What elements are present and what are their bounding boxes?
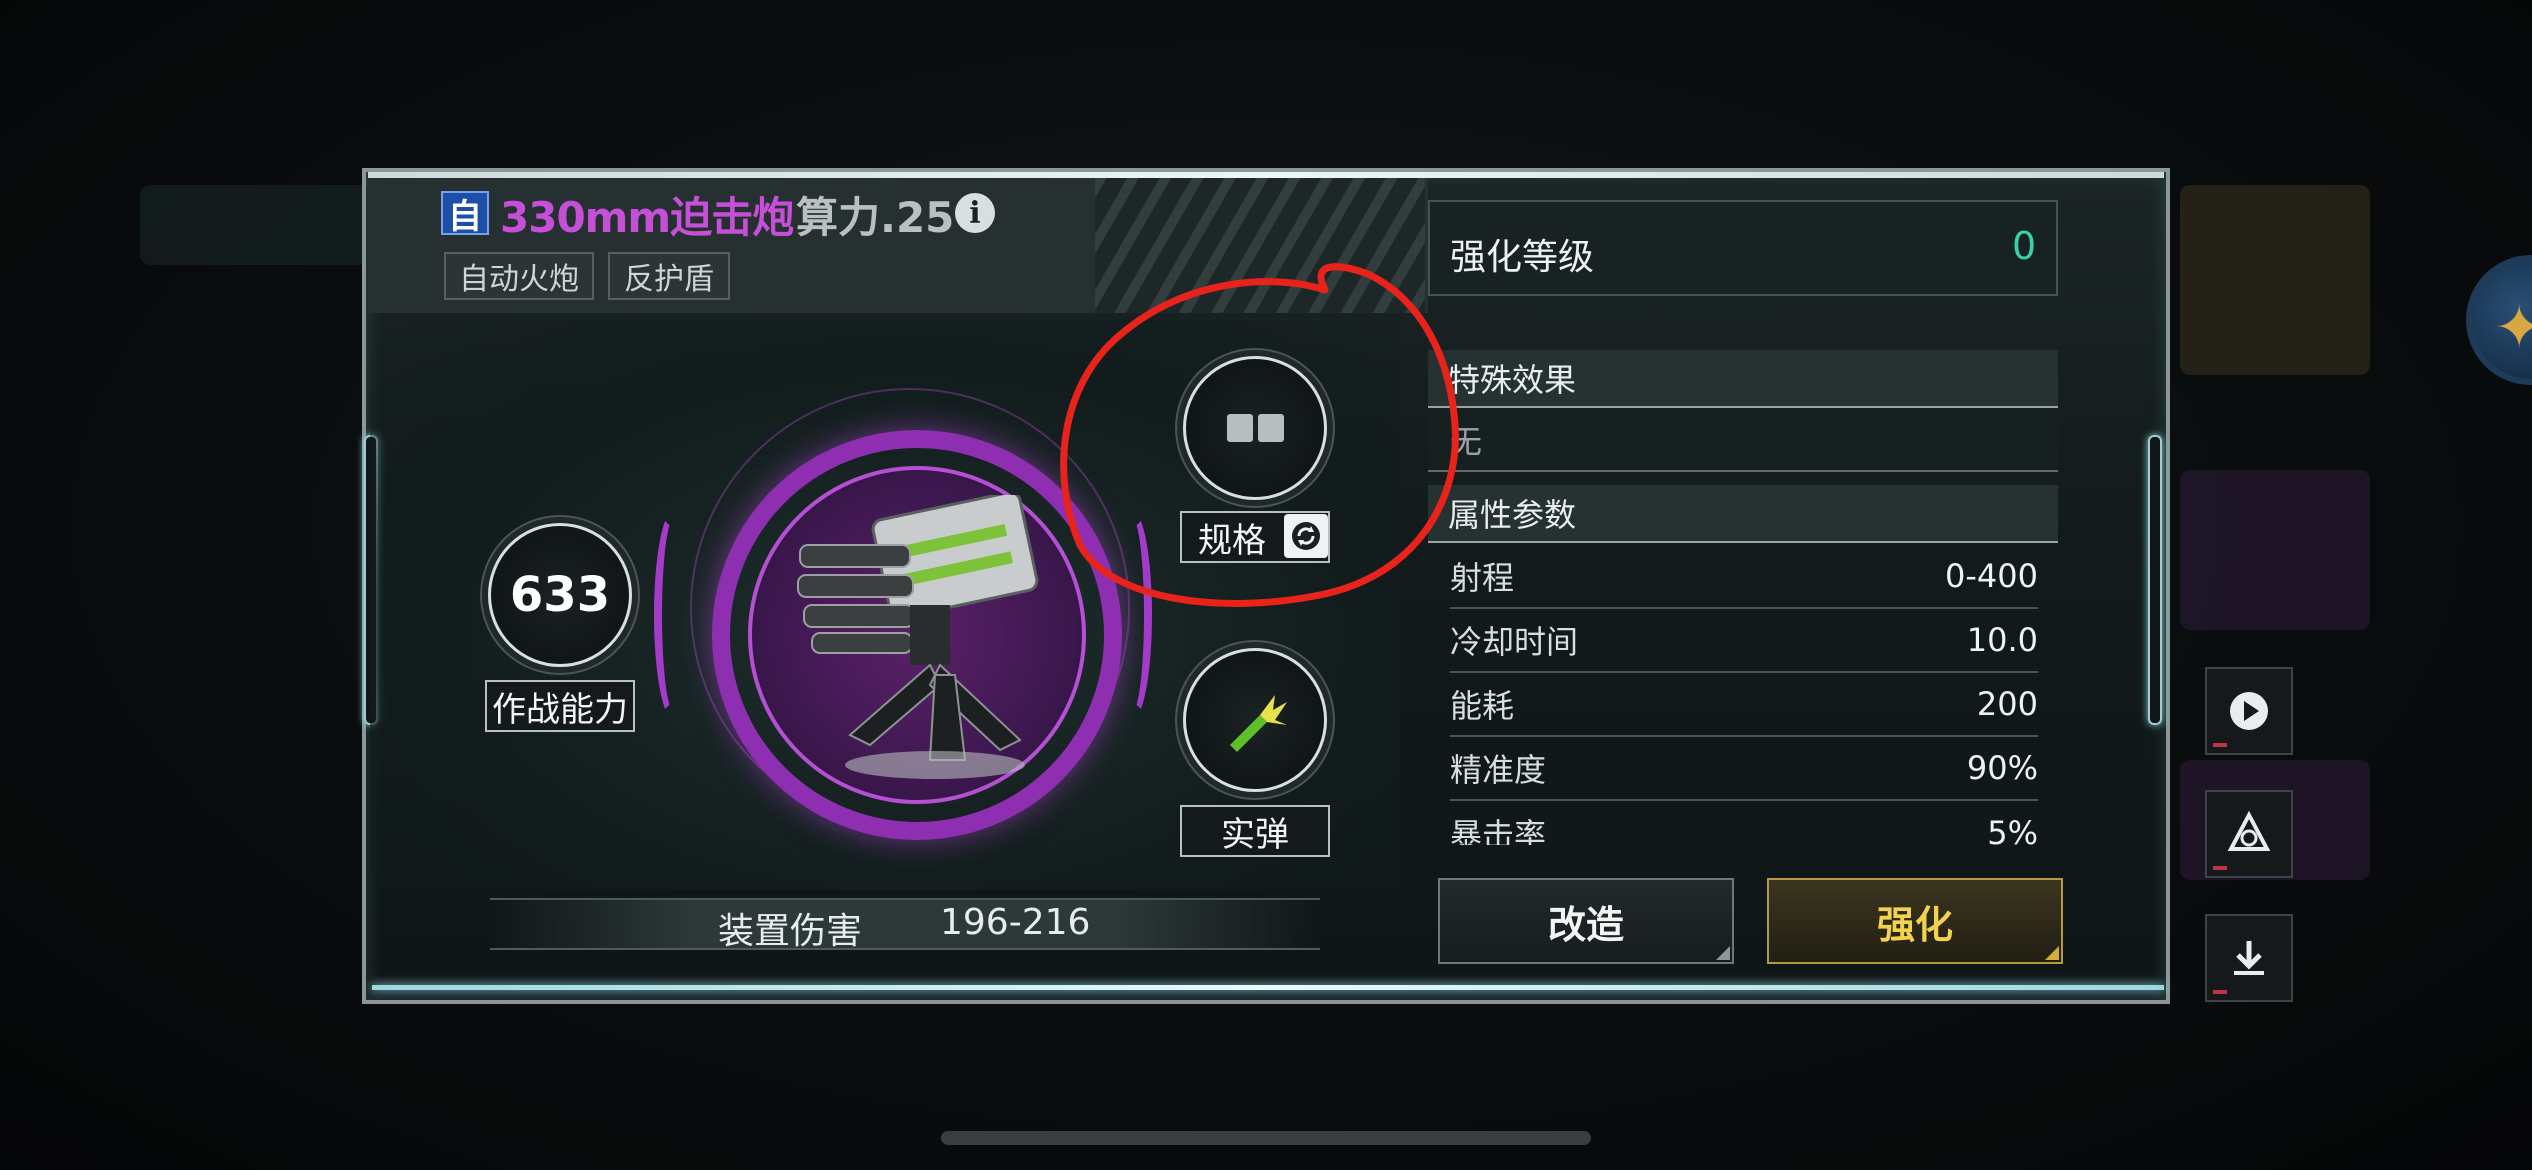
attribute-row-range: 射程 0-400	[1450, 545, 2038, 609]
faction-emblem-icon	[2227, 811, 2271, 851]
attribute-row-crit: 暴击率 5%	[1450, 801, 2038, 845]
damage-label: 装置伤害	[718, 911, 863, 952]
download-button[interactable]	[2205, 914, 2293, 1002]
attributes-header: 属性参数	[1428, 485, 2058, 543]
power-requirement: 算力.25	[796, 193, 955, 242]
faction-button[interactable]	[2205, 790, 2293, 878]
ammo-type-label: 实弹	[1180, 805, 1330, 857]
mortar-turret-image	[797, 495, 1039, 779]
background-banner-left	[140, 185, 370, 265]
enhance-button[interactable]: 强化	[1767, 878, 2063, 964]
background-card-right-2	[2180, 470, 2370, 630]
attributes-list[interactable]: 射程 0-400 冷却时间 10.0 能耗 200 精准度 90% 暴击率 5%	[1428, 545, 2058, 845]
attribute-name: 冷却时间	[1450, 623, 1579, 661]
enhance-button-label: 强化	[1876, 902, 1953, 947]
damage-bar	[490, 898, 1320, 950]
ammo-slot[interactable]	[1183, 648, 1327, 792]
bird-icon: ✦	[2494, 293, 2532, 363]
special-effects-value: 无	[1428, 410, 2058, 472]
modify-button-label: 改造	[1547, 902, 1624, 947]
combat-power-value: 633	[509, 567, 611, 623]
weapon-type-badge: 自	[441, 191, 489, 237]
weapon-tag-auto-cannon: 自动火炮	[444, 252, 594, 300]
red-circle-annotation	[1060, 263, 1459, 607]
attribute-row-energy: 能耗 200	[1450, 673, 2038, 737]
attribute-value: 200	[1976, 685, 2038, 723]
ammo-shell-icon	[1230, 695, 1287, 752]
attribute-name: 能耗	[1450, 687, 1515, 725]
attribute-value: 0-400	[1945, 557, 2038, 595]
weapon-name: 330mm迫击炮	[500, 193, 794, 242]
info-icon[interactable]: i	[955, 193, 995, 233]
attribute-value: 90%	[1966, 749, 2038, 787]
enhance-level-value: 0	[2012, 224, 2037, 268]
panel-right-handle	[2148, 435, 2162, 725]
special-effects-header: 特殊效果	[1428, 350, 2058, 408]
attribute-row-cooldown: 冷却时间 10.0	[1450, 609, 2038, 673]
home-indicator[interactable]	[941, 1131, 1591, 1145]
panel-bottom-border	[372, 985, 2164, 990]
attribute-name: 精准度	[1450, 751, 1547, 789]
weapon-tag-anti-shield: 反护盾	[608, 252, 730, 300]
button-corner	[2045, 946, 2059, 960]
weapon-arc-left	[654, 510, 694, 720]
button-corner	[1716, 946, 1730, 960]
play-icon	[2230, 692, 2268, 730]
modify-button[interactable]: 改造	[1438, 878, 1734, 964]
combat-power-label: 作战能力	[485, 680, 635, 732]
attribute-row-accuracy: 精准度 90%	[1450, 737, 2038, 801]
attribute-value: 5%	[1987, 814, 2038, 845]
damage-value: 196-216	[940, 902, 1091, 943]
attribute-name: 暴击率	[1450, 816, 1547, 845]
attribute-value: 10.0	[1966, 621, 2038, 659]
background-card-right-1	[2180, 185, 2370, 375]
play-button[interactable]	[2205, 667, 2293, 755]
combat-power-dial: 633	[488, 523, 632, 667]
download-icon	[2234, 941, 2264, 975]
